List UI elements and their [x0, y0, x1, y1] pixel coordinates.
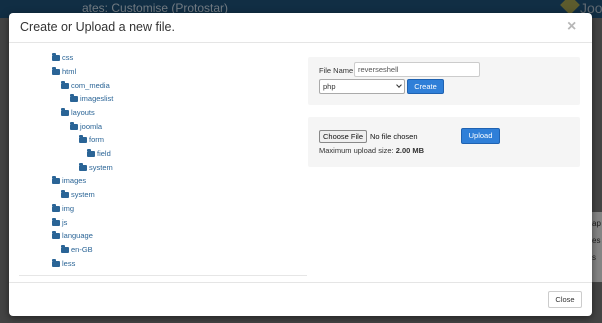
tree-item[interactable]: css	[52, 53, 73, 63]
folder-icon	[52, 67, 60, 75]
folder-icon	[61, 108, 69, 116]
close-icon[interactable]: ×	[567, 18, 576, 36]
folder-icon	[61, 245, 69, 253]
tree-item[interactable]: imageslist	[70, 94, 113, 104]
tree-item[interactable]: system	[79, 163, 113, 173]
tree-item[interactable]: js	[52, 218, 67, 228]
tree-item[interactable]: en-GB	[61, 245, 93, 255]
file-status-text: No file chosen	[370, 132, 418, 141]
max-upload-label: Maximum upload size:	[319, 146, 396, 155]
extension-select[interactable]: php	[319, 79, 405, 94]
extension-select-value: php	[323, 82, 336, 91]
create-file-form: File Name reverseshell php Create	[308, 57, 580, 105]
folder-tree: css html com_media imageslist layouts jo…	[19, 44, 307, 276]
tree-item[interactable]: layouts	[61, 108, 95, 118]
folder-icon	[52, 204, 60, 212]
close-button[interactable]: Close	[548, 291, 582, 308]
folder-icon	[79, 163, 87, 171]
max-upload-size: Maximum upload size: 2.00 MB	[319, 146, 424, 155]
upload-file-form: Choose File No file chosen Upload Maximu…	[308, 117, 580, 167]
folder-icon	[61, 190, 69, 198]
chevron-down-icon	[396, 82, 402, 88]
modal-header: Create or Upload a new file. ×	[9, 13, 592, 43]
tree-item[interactable]: html	[52, 67, 76, 77]
folder-icon	[87, 149, 95, 157]
file-name-label: File Name	[319, 66, 354, 75]
max-upload-value: 2.00 MB	[395, 146, 425, 155]
file-name-input[interactable]: reverseshell	[354, 62, 480, 77]
folder-icon	[52, 53, 60, 61]
choose-file-button[interactable]: Choose File	[319, 130, 367, 143]
create-button[interactable]: Create	[407, 79, 444, 94]
folder-icon	[61, 81, 69, 89]
tree-item[interactable]: field	[87, 149, 111, 159]
modal-footer: Close	[9, 282, 592, 316]
folder-icon	[52, 218, 60, 226]
tree-item[interactable]: system	[61, 190, 95, 200]
folder-icon	[52, 259, 60, 267]
folder-icon	[70, 122, 78, 130]
tree-item[interactable]: img	[52, 204, 74, 214]
tree-item[interactable]: joomla	[70, 122, 102, 132]
modal-title: Create or Upload a new file.	[20, 20, 175, 34]
file-modal: Create or Upload a new file. × css html …	[9, 13, 592, 316]
folder-icon	[79, 135, 87, 143]
tree-item[interactable]: images	[52, 176, 86, 186]
upload-button[interactable]: Upload	[461, 128, 500, 144]
folder-icon	[70, 94, 78, 102]
folder-icon	[52, 231, 60, 239]
folder-icon	[52, 176, 60, 184]
tree-item[interactable]: form	[79, 135, 104, 145]
tree-item[interactable]: less	[52, 259, 75, 269]
tree-item[interactable]: language	[52, 231, 93, 241]
tree-item[interactable]: com_media	[61, 81, 110, 91]
